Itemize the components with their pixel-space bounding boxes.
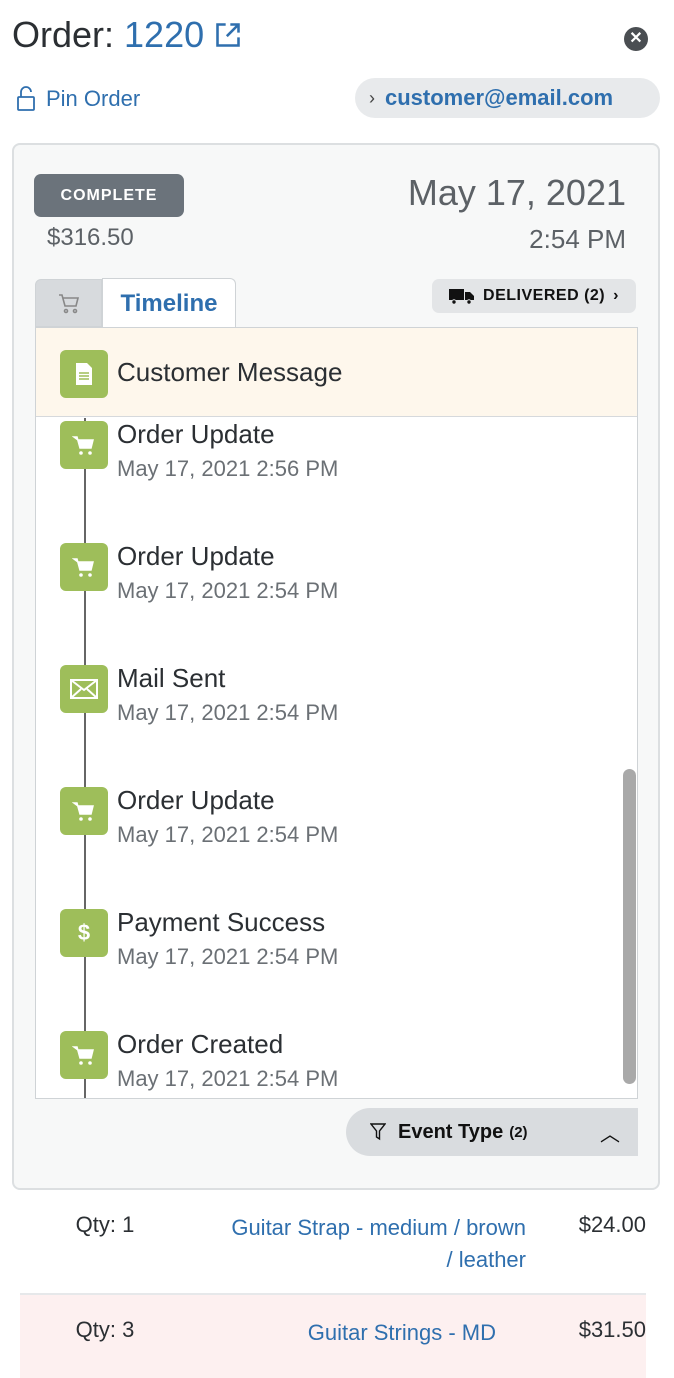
truck-icon bbox=[449, 289, 475, 305]
page-title: Order: 1220 bbox=[12, 14, 242, 56]
document-icon bbox=[60, 350, 108, 398]
event-title: Order Update bbox=[117, 419, 275, 449]
line-item: Qty: 3 Guitar Strings - MD $31.50 bbox=[20, 1295, 646, 1378]
product-link[interactable]: Guitar Strings - MD bbox=[190, 1317, 546, 1378]
timeline-item-customer-message[interactable]: Customer Message bbox=[36, 328, 637, 417]
event-date: May 17, 2021 2:56 PM bbox=[117, 456, 339, 481]
chevron-right-icon: › bbox=[613, 287, 619, 304]
event-title: Mail Sent bbox=[117, 663, 226, 693]
cart-icon bbox=[60, 787, 108, 835]
timeline-panel: Customer Message Order Update May 17, 202… bbox=[35, 327, 638, 1099]
event-type-filter-button[interactable]: Event Type (2) ︿ bbox=[346, 1108, 638, 1156]
close-button[interactable]: ✕ bbox=[624, 27, 648, 51]
event-title: Payment Success bbox=[117, 907, 326, 937]
chevron-up-icon: ︿ bbox=[600, 1123, 620, 1146]
event-date: May 17, 2021 2:54 PM bbox=[117, 578, 339, 603]
event-title: Order Update bbox=[117, 785, 275, 815]
tab-timeline[interactable]: Timeline bbox=[102, 278, 236, 328]
order-total: $316.50 bbox=[47, 224, 134, 251]
dollar-icon: $ bbox=[60, 909, 108, 957]
tab-cart[interactable] bbox=[35, 279, 102, 327]
event-title: Order Created bbox=[117, 1029, 284, 1059]
event-date: May 17, 2021 2:54 PM bbox=[117, 822, 339, 847]
event-date: May 17, 2021 2:54 PM bbox=[117, 700, 339, 725]
close-icon: ✕ bbox=[629, 30, 643, 47]
cart-icon bbox=[60, 543, 108, 591]
delivered-button[interactable]: DELIVERED (2) › bbox=[432, 279, 636, 313]
filter-icon bbox=[370, 1123, 386, 1141]
cart-icon bbox=[60, 421, 108, 469]
event-title: Order Update bbox=[117, 541, 275, 571]
line-item: Qty: 1 Guitar Strap - medium / brown / l… bbox=[20, 1212, 646, 1295]
order-time: 2:54 PM bbox=[529, 224, 626, 254]
product-link[interactable]: Guitar Strap - medium / brown / leather bbox=[190, 1212, 546, 1293]
external-link-icon[interactable] bbox=[214, 21, 242, 49]
chevron-right-icon: › bbox=[369, 87, 375, 108]
customer-email-button[interactable]: › customer@email.com bbox=[355, 78, 660, 118]
order-date: May 17, 2021 bbox=[407, 172, 626, 213]
cart-icon bbox=[60, 1031, 108, 1079]
cart-icon bbox=[58, 294, 79, 314]
scrollbar-thumb[interactable] bbox=[623, 769, 636, 1084]
order-number-link[interactable]: 1220 bbox=[124, 14, 204, 56]
event-date: May 17, 2021 2:54 PM bbox=[117, 1066, 339, 1091]
unlock-icon bbox=[17, 86, 35, 111]
envelope-icon bbox=[60, 665, 108, 713]
event-date: May 17, 2021 2:54 PM bbox=[117, 944, 339, 969]
pin-order-button[interactable]: Pin Order bbox=[16, 86, 140, 112]
timeline-connector bbox=[84, 418, 86, 1098]
status-badge: COMPLETE bbox=[34, 174, 184, 217]
